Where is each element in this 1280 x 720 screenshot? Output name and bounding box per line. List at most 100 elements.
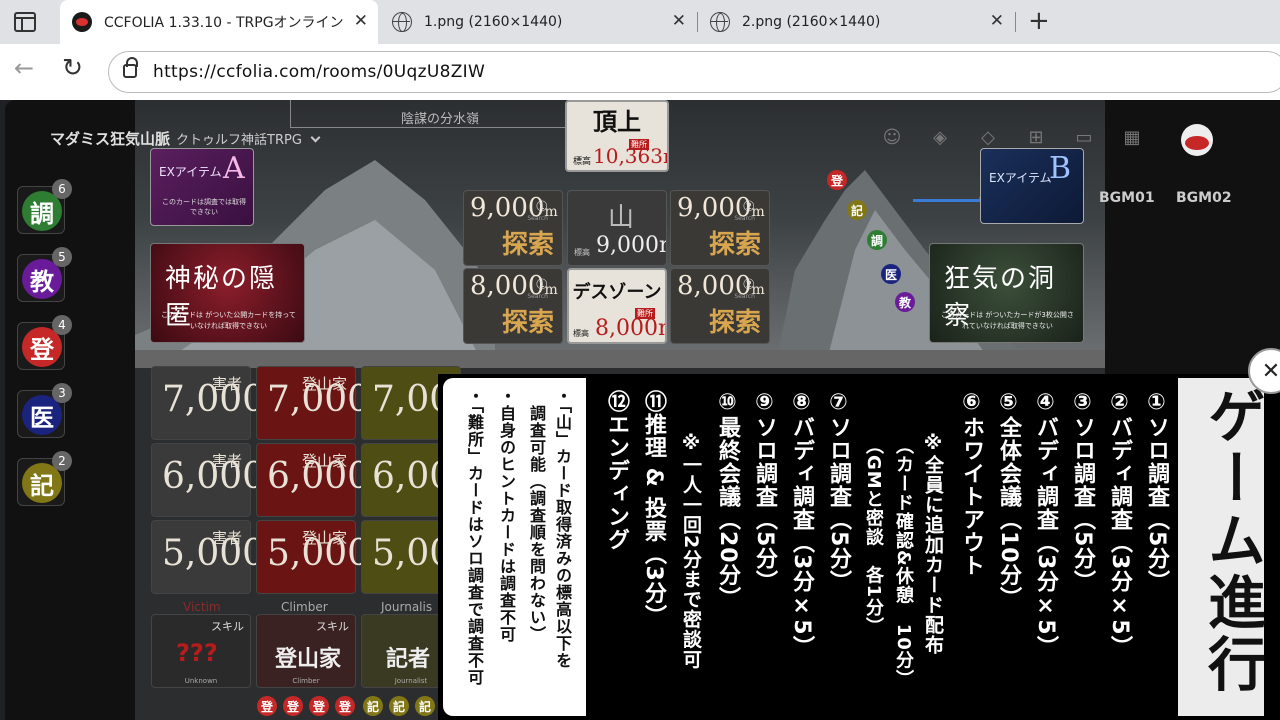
card-title: 探索 — [708, 308, 761, 338]
card-index: ① — [535, 199, 548, 215]
url-input[interactable]: https://ccfolia.com/rooms/0UqzU8ZIW — [108, 51, 1280, 93]
marker-to[interactable]: 登 — [827, 170, 847, 190]
sidebar-item-to[interactable]: 登 4 — [17, 315, 72, 370]
movie-icon[interactable]: ▦ — [1119, 126, 1145, 148]
rule-step: ①ソロ調査（5分） — [1144, 390, 1169, 594]
top-banner: 陰謀の分水嶺 — [290, 100, 590, 128]
close-icon: ✕ — [1261, 358, 1280, 384]
user-avatar[interactable] — [1181, 124, 1213, 156]
close-tab-icon[interactable]: ✕ — [990, 11, 1004, 31]
rule-step: ⑩最終会議（20分） — [715, 390, 740, 610]
victim-card-5000[interactable]: 害者5,000m — [151, 520, 279, 594]
rule-step: ⑥ホワイトアウト — [959, 390, 984, 577]
card-title: 探索 — [501, 308, 554, 338]
rule-step: ⑦ソロ調査（5分） — [826, 390, 851, 594]
altitude-value: 5,000 — [162, 533, 266, 574]
peak-card[interactable]: 頂上 難所 標高 10,363m — [565, 100, 669, 172]
card-sub: Search — [527, 215, 548, 222]
token-ki[interactable]: 記 — [389, 696, 409, 716]
card-letter: A — [223, 151, 245, 186]
climber-card-7000[interactable]: 登山家7,000m — [256, 366, 384, 440]
layers-icon[interactable]: ◈ — [927, 126, 953, 148]
tab-1-png[interactable]: 1.png (2160×1440) ✕ — [380, 0, 696, 44]
marker-kyo[interactable]: 教 — [895, 292, 915, 312]
search-card-9000-1[interactable]: 9,000m ① Search 探索 — [463, 190, 563, 266]
bgm-channel-1[interactable]: BGM01 — [1099, 190, 1155, 206]
column-label-victim: Victim — [183, 600, 221, 614]
sidebar-item-i[interactable]: 医 3 — [17, 383, 72, 438]
sidebar-item-kyo[interactable]: 教 5 — [17, 247, 72, 302]
browser-tab-bar: CCFOLIA 1.33.10 - TRPGオンラインセ ✕ 1.png (21… — [0, 0, 1280, 44]
screen-icon[interactable]: ▭ — [1071, 126, 1097, 148]
altitude-value: 6,000 — [267, 456, 371, 497]
card-desc: このカードは がついた公開カードを持っていなければ取得できない — [161, 311, 296, 330]
search-card-9000-2[interactable]: 9,000m ② Search 探索 — [670, 190, 770, 266]
browser-address-bar: ← ↻ https://ccfolia.com/rooms/0UqzU8ZIW — [0, 44, 1280, 100]
ex-item-b-card[interactable]: EXアイテム B — [980, 148, 1084, 224]
tab-label: 1.png (2160×1440) — [424, 14, 563, 30]
window-menu-icon[interactable] — [14, 12, 36, 32]
rule-step: ⑪推理 & 投票（3分） — [641, 390, 666, 628]
token-to[interactable]: 登 — [309, 696, 329, 716]
victim-card-7000[interactable]: 害者7,000m — [151, 366, 279, 440]
rule-step: ②バディ調査（3分×5） — [1107, 390, 1132, 659]
mountain-card[interactable]: 山 標高 9,000m — [567, 190, 667, 266]
tab-ccfolia[interactable]: CCFOLIA 1.33.10 - TRPGオンラインセ ✕ — [60, 0, 378, 44]
add-panel-icon[interactable]: ⊞ — [1023, 126, 1049, 148]
rule-step: ③ソロ調査（5分） — [1070, 390, 1095, 594]
card-sub: Unknown — [184, 677, 218, 685]
token-ki[interactable]: 記 — [363, 696, 383, 716]
tab-2-png[interactable]: 2.png (2160×1440) ✕ — [698, 0, 1014, 44]
token-to[interactable]: 登 — [283, 696, 303, 716]
bgm-channel-2[interactable]: BGM02 — [1176, 190, 1232, 206]
ex-item-a-card[interactable]: EXアイテム A このカードは調査では取得できない — [150, 148, 254, 226]
death-zone-card[interactable]: デスゾーン 難所 標高 8,000m — [567, 268, 667, 344]
altitude-value: 7,000 — [267, 379, 371, 420]
rule-hint: ・「山」カード取得済みの標高以下を — [553, 388, 572, 669]
card-desc: このカードは がついたカードが3枚公開されていなければ取得できない — [941, 311, 1074, 330]
sidebar-item-ki[interactable]: 記 2 — [17, 451, 72, 506]
token-to[interactable]: 登 — [257, 696, 277, 716]
token-ki[interactable]: 記 — [415, 696, 435, 716]
sidebar-item-cho[interactable]: 調 6 — [17, 179, 72, 234]
token-to[interactable]: 登 — [335, 696, 355, 716]
skill-card-unknown[interactable]: スキル ??? Unknown — [151, 614, 251, 688]
card-desc: このカードは調査では取得できない — [162, 198, 246, 216]
card-letter: B — [1049, 151, 1072, 186]
card-title: EXアイテム — [989, 171, 1052, 185]
skill-card-climber[interactable]: スキル 登山家 Climber — [256, 614, 356, 688]
face-icon[interactable]: ☺ — [879, 126, 905, 148]
search-card-8000-2[interactable]: 8,000m ② Search 探索 — [670, 268, 770, 344]
stack-icon[interactable]: ◇ — [975, 126, 1001, 148]
room-title[interactable]: マダミス狂気山脈 クトゥルフ神話TRPG — [50, 128, 321, 149]
card-title: デスゾーン — [572, 282, 662, 303]
close-tab-icon[interactable]: ✕ — [354, 11, 368, 31]
secret-card[interactable]: 神秘の隠匿 このカードは がついた公開カードを持っていなければ取得できない — [150, 243, 305, 343]
victim-card-6000[interactable]: 害者6,000m — [151, 443, 279, 517]
room-name: マダミス狂気山脈 — [50, 130, 171, 148]
rule-step: ⑫エンディング — [604, 390, 629, 551]
marker-cho[interactable]: 調 — [867, 230, 887, 250]
card-sub: Search — [734, 215, 755, 222]
marker-ki[interactable]: 記 — [847, 200, 867, 220]
card-title: 記者 — [386, 647, 431, 672]
card-sub: Search — [527, 293, 548, 300]
marker-i[interactable]: 医 — [881, 264, 901, 284]
rule-note: ※全員に追加カード配布 — [922, 432, 944, 655]
reload-icon[interactable]: ↻ — [62, 53, 83, 82]
card-title: 探索 — [501, 230, 554, 260]
search-card-8000-1[interactable]: 8,000m ① Search 探索 — [463, 268, 563, 344]
madness-card[interactable]: 狂気の洞察 このカードは がついたカードが3枚公開されていなければ取得できない — [929, 243, 1084, 343]
rule-step: ⑨ソロ調査（5分） — [752, 390, 777, 594]
close-tab-icon[interactable]: ✕ — [672, 11, 686, 31]
card-index: ① — [535, 277, 548, 293]
new-tab-icon[interactable]: + — [1028, 6, 1050, 36]
climber-card-6000[interactable]: 登山家6,000m — [256, 443, 384, 517]
back-arrow-icon[interactable]: ← — [14, 54, 34, 82]
rule-hint: 調査可能（調査順を問わない） — [527, 388, 546, 643]
climber-card-5000[interactable]: 登山家5,000m — [256, 520, 384, 594]
column-label-journalist: Journalis — [381, 600, 433, 614]
lock-icon[interactable] — [123, 57, 138, 78]
card-tag: スキル — [211, 620, 244, 633]
chevron-down-icon — [310, 132, 321, 143]
